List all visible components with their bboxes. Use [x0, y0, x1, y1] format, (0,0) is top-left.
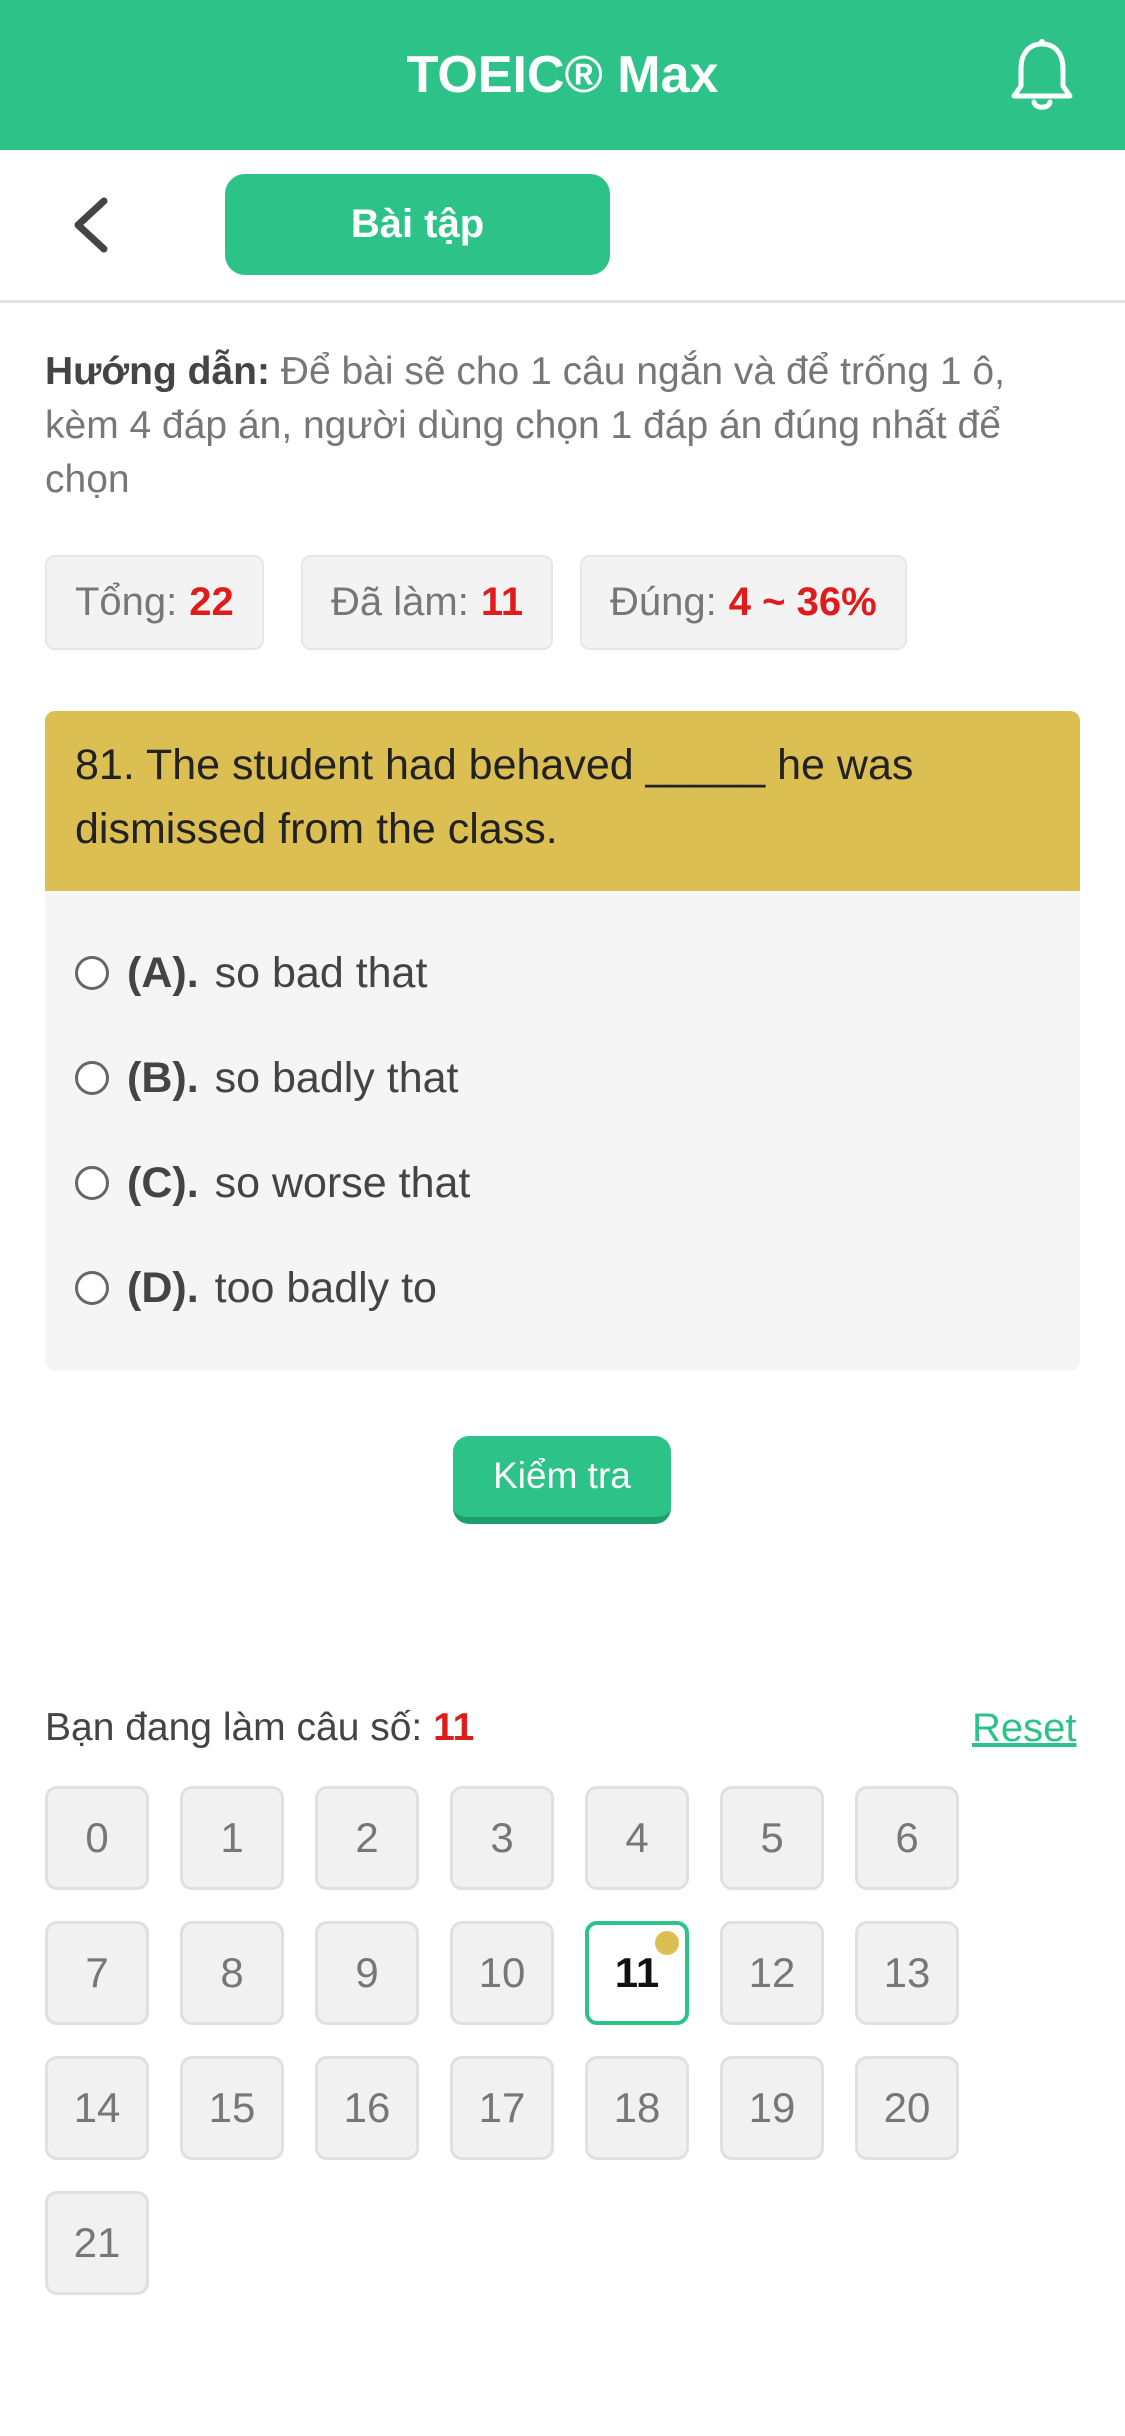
question-number-cell[interactable]: 6	[855, 1786, 959, 1890]
question-number-cell[interactable]: 18	[585, 2056, 689, 2160]
option-a[interactable]: (A). so bad that	[75, 933, 427, 1013]
question-number-label: 11	[614, 1949, 660, 1996]
question-number-cell[interactable]: 11	[585, 1921, 689, 2025]
question-number-label: 17	[478, 2084, 526, 2131]
question-number-label: 9	[355, 1949, 379, 1996]
reset-link[interactable]: Reset	[972, 1698, 1077, 1758]
question-number-label: 3	[490, 1814, 514, 1861]
stat-total-value: 22	[189, 580, 234, 624]
current-question-info: Bạn đang làm câu số: 11	[45, 1698, 474, 1758]
question-number-label: 8	[220, 1949, 244, 1996]
option-b[interactable]: (B). so badly that	[75, 1038, 458, 1118]
question-number-cell[interactable]: 5	[720, 1786, 824, 1890]
question-number-cell[interactable]: 13	[855, 1921, 959, 2025]
option-c[interactable]: (C). so worse that	[75, 1143, 470, 1223]
instruction-label: Hướng dẫn:	[45, 350, 270, 393]
question-number-cell[interactable]: 3	[450, 1786, 554, 1890]
stat-total: Tổng: 22	[45, 555, 264, 650]
sub-navigation: Bài tập	[0, 150, 1125, 303]
question-number-label: 4	[625, 1814, 649, 1861]
question-number-cell[interactable]: 14	[45, 2056, 149, 2160]
option-text: so bad that	[214, 948, 428, 997]
question-number-label: 0	[85, 1814, 109, 1861]
app-header: TOEIC® Max	[0, 0, 1125, 150]
stat-done: Đã làm: 11	[301, 555, 554, 650]
stat-done-value: 11	[480, 580, 524, 624]
radio-icon[interactable]	[75, 956, 109, 990]
instruction-text: Hướng dẫn: Để bài sẽ cho 1 câu ngắn và đ…	[45, 345, 1080, 507]
question-text: 81. The student had behaved _____ he was…	[45, 711, 1080, 891]
question-number-label: 21	[73, 2219, 121, 2266]
bell-icon[interactable]	[1010, 38, 1074, 114]
question-number-cell[interactable]: 4	[585, 1786, 689, 1890]
question-number-cell[interactable]: 10	[450, 1921, 554, 2025]
radio-icon[interactable]	[75, 1166, 109, 1200]
question-number-label: 10	[478, 1949, 526, 1996]
option-letter: (A).	[127, 948, 199, 997]
check-button[interactable]: Kiểm tra	[453, 1436, 671, 1524]
radio-icon[interactable]	[75, 1271, 109, 1305]
question-number-label: 15	[208, 2084, 256, 2131]
stat-correct-value: 4 ~ 36%	[728, 580, 877, 624]
question-number-label: 1	[220, 1814, 244, 1861]
question-number-label: 20	[883, 2084, 931, 2131]
question-number-cell[interactable]: 9	[315, 1921, 419, 2025]
option-letter: (D).	[127, 1263, 199, 1312]
option-text: too badly to	[214, 1263, 437, 1312]
stat-correct: Đúng: 4 ~ 36%	[580, 555, 907, 650]
question-number-cell[interactable]: 8	[180, 1921, 284, 2025]
stat-correct-label: Đúng:	[610, 580, 717, 624]
question-number-label: 19	[748, 2084, 796, 2131]
question-number-label: 6	[895, 1814, 919, 1861]
stat-total-label: Tổng:	[75, 580, 178, 624]
question-number-grid: 0 1 2 3 4 5 6 7 8 9 10 11 12 13 14 15 16 17 18 19 20 21	[45, 1786, 1080, 2296]
question-number-cell[interactable]: 12	[720, 1921, 824, 2025]
question-number-cell[interactable]: 15	[180, 2056, 284, 2160]
question-number-cell[interactable]: 7	[45, 1921, 149, 2025]
question-number-cell[interactable]: 20	[855, 2056, 959, 2160]
option-d[interactable]: (D). too badly to	[75, 1248, 437, 1328]
current-question-label: Bạn đang làm câu số:	[45, 1706, 423, 1749]
question-number-label: 13	[883, 1949, 931, 1996]
question-number-cell[interactable]: 19	[720, 2056, 824, 2160]
question-number-label: 7	[85, 1949, 109, 1996]
stat-done-label: Đã làm:	[331, 580, 469, 624]
option-text: so badly that	[214, 1053, 459, 1102]
option-letter: (B).	[127, 1053, 199, 1102]
question-number-label: 12	[748, 1949, 796, 1996]
option-text: so worse that	[214, 1158, 471, 1207]
question-number-label: 16	[343, 2084, 391, 2131]
question-number-cell[interactable]: 16	[315, 2056, 419, 2160]
question-number-label: 5	[760, 1814, 784, 1861]
question-number-cell[interactable]: 0	[45, 1786, 149, 1890]
question-number-label: 14	[73, 2084, 121, 2131]
question-card: 81. The student had behaved _____ he was…	[45, 711, 1080, 1371]
question-number-label: 18	[613, 2084, 661, 2131]
question-number-label: 2	[355, 1814, 379, 1861]
question-number-cell[interactable]: 2	[315, 1786, 419, 1890]
tab-exercises[interactable]: Bài tập	[225, 174, 610, 275]
question-number-cell[interactable]: 21	[45, 2191, 149, 2295]
status-dot-icon	[655, 1931, 679, 1955]
app-title: TOEIC® Max	[406, 46, 719, 104]
radio-icon[interactable]	[75, 1061, 109, 1095]
current-question-number: 11	[433, 1706, 475, 1749]
question-number-cell[interactable]: 1	[180, 1786, 284, 1890]
chevron-left-icon[interactable]	[66, 195, 116, 255]
question-number-cell[interactable]: 17	[450, 2056, 554, 2160]
option-letter: (C).	[127, 1158, 199, 1207]
